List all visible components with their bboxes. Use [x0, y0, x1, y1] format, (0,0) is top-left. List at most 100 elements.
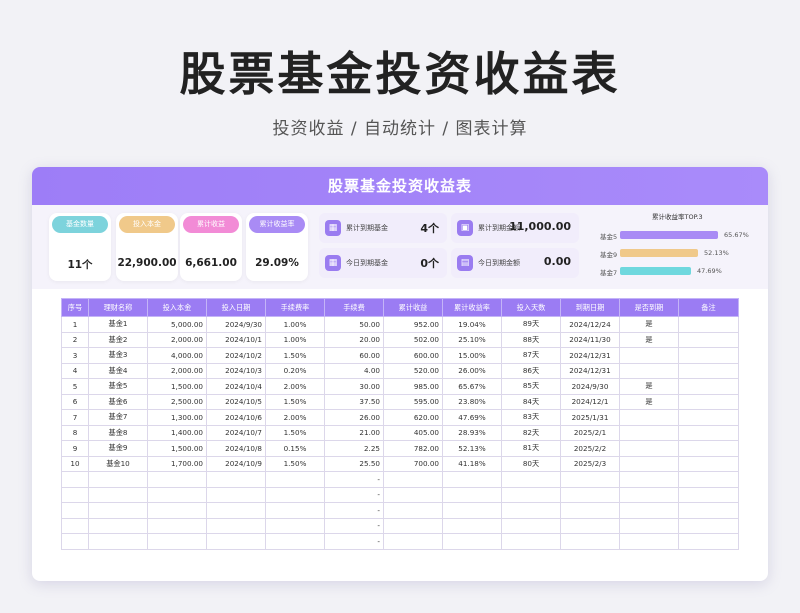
table-cell[interactable] [501, 486, 561, 503]
table-cell[interactable] [442, 517, 502, 534]
column-header[interactable]: 是否到期 [619, 298, 679, 317]
table-cell[interactable]: 2025/2/2 [560, 440, 620, 457]
table-cell[interactable] [442, 486, 502, 503]
table-cell[interactable] [619, 471, 679, 488]
table-cell[interactable]: 2025/2/3 [560, 455, 620, 472]
table-cell[interactable]: 4,000.00 [147, 347, 207, 364]
table-cell[interactable]: 84天 [501, 393, 561, 410]
table-cell[interactable] [678, 393, 739, 410]
table-cell[interactable]: 基金3 [88, 347, 148, 364]
table-cell[interactable] [147, 471, 207, 488]
table-cell[interactable] [383, 471, 443, 488]
table-cell[interactable] [88, 471, 148, 488]
table-cell[interactable]: 2024/10/7 [206, 424, 266, 441]
table-cell[interactable] [501, 533, 561, 550]
table-cell[interactable]: - [324, 533, 384, 550]
column-header[interactable]: 到期日期 [560, 298, 620, 317]
column-header[interactable]: 投入日期 [206, 298, 266, 317]
table-cell[interactable]: 2024/10/2 [206, 347, 266, 364]
table-cell[interactable]: 595.00 [383, 393, 443, 410]
table-cell[interactable]: 26.00 [324, 409, 384, 426]
table-cell[interactable]: 基金2 [88, 331, 148, 348]
table-cell[interactable]: - [324, 517, 384, 534]
table-cell[interactable] [147, 502, 207, 519]
table-cell[interactable] [619, 533, 679, 550]
table-cell[interactable]: 47.69% [442, 409, 502, 426]
table-cell[interactable] [619, 424, 679, 441]
table-cell[interactable] [678, 424, 739, 441]
table-cell[interactable]: 520.00 [383, 362, 443, 379]
table-cell[interactable] [678, 455, 739, 472]
table-cell[interactable] [383, 486, 443, 503]
table-cell[interactable]: 65.67% [442, 378, 502, 395]
table-cell[interactable]: 600.00 [383, 347, 443, 364]
table-cell[interactable] [678, 331, 739, 348]
table-cell[interactable]: 是 [619, 393, 679, 410]
table-cell[interactable]: 80天 [501, 455, 561, 472]
column-header[interactable]: 手续费 [324, 298, 384, 317]
table-cell[interactable] [501, 517, 561, 534]
table-cell[interactable]: 2024/12/1 [560, 393, 620, 410]
table-cell[interactable]: 28.93% [442, 424, 502, 441]
table-cell[interactable]: 1.00% [265, 331, 325, 348]
table-cell[interactable]: 2,500.00 [147, 393, 207, 410]
table-cell[interactable] [678, 409, 739, 426]
table-cell[interactable]: 23.80% [442, 393, 502, 410]
table-cell[interactable]: 15.00% [442, 347, 502, 364]
table-cell[interactable]: 是 [619, 378, 679, 395]
table-cell[interactable]: 952.00 [383, 316, 443, 333]
table-cell[interactable] [619, 455, 679, 472]
table-cell[interactable]: 1.50% [265, 455, 325, 472]
column-header[interactable]: 手续费率 [265, 298, 325, 317]
table-cell[interactable]: 19.04% [442, 316, 502, 333]
table-cell[interactable] [619, 517, 679, 534]
table-cell[interactable] [678, 471, 739, 488]
table-cell[interactable] [678, 440, 739, 457]
table-cell[interactable]: 基金7 [88, 409, 148, 426]
table-cell[interactable] [560, 502, 620, 519]
table-cell[interactable] [442, 471, 502, 488]
table-cell[interactable]: 6 [61, 393, 89, 410]
table-cell[interactable]: 2024/10/8 [206, 440, 266, 457]
table-cell[interactable]: 26.00% [442, 362, 502, 379]
table-cell[interactable]: 基金8 [88, 424, 148, 441]
table-cell[interactable]: 是 [619, 331, 679, 348]
table-cell[interactable]: 985.00 [383, 378, 443, 395]
table-cell[interactable] [501, 471, 561, 488]
table-cell[interactable]: 82天 [501, 424, 561, 441]
table-cell[interactable]: 5,000.00 [147, 316, 207, 333]
table-cell[interactable]: 4 [61, 362, 89, 379]
table-cell[interactable]: 81天 [501, 440, 561, 457]
table-cell[interactable]: 是 [619, 316, 679, 333]
table-cell[interactable]: 502.00 [383, 331, 443, 348]
table-cell[interactable] [678, 486, 739, 503]
table-cell[interactable] [206, 486, 266, 503]
column-header[interactable]: 投入天数 [501, 298, 561, 317]
table-cell[interactable]: - [324, 486, 384, 503]
table-cell[interactable]: 2024/11/30 [560, 331, 620, 348]
table-cell[interactable] [560, 471, 620, 488]
column-header[interactable]: 备注 [678, 298, 739, 317]
table-cell[interactable] [560, 517, 620, 534]
table-cell[interactable] [501, 502, 561, 519]
table-cell[interactable]: 37.50 [324, 393, 384, 410]
table-cell[interactable] [619, 362, 679, 379]
table-cell[interactable]: 20.00 [324, 331, 384, 348]
column-header[interactable]: 累计收益 [383, 298, 443, 317]
table-cell[interactable]: 2024/12/31 [560, 362, 620, 379]
table-cell[interactable] [88, 502, 148, 519]
table-cell[interactable]: 620.00 [383, 409, 443, 426]
table-cell[interactable] [265, 471, 325, 488]
table-cell[interactable]: 2025/2/1 [560, 424, 620, 441]
table-cell[interactable] [560, 486, 620, 503]
column-header[interactable]: 投入本金 [147, 298, 207, 317]
table-cell[interactable]: 2024/12/31 [560, 347, 620, 364]
table-cell[interactable]: 2024/10/3 [206, 362, 266, 379]
table-cell[interactable]: 1,700.00 [147, 455, 207, 472]
table-cell[interactable]: 基金4 [88, 362, 148, 379]
table-cell[interactable]: 89天 [501, 316, 561, 333]
table-cell[interactable] [206, 502, 266, 519]
table-cell[interactable] [678, 362, 739, 379]
table-cell[interactable]: 1.00% [265, 316, 325, 333]
table-cell[interactable]: 5 [61, 378, 89, 395]
